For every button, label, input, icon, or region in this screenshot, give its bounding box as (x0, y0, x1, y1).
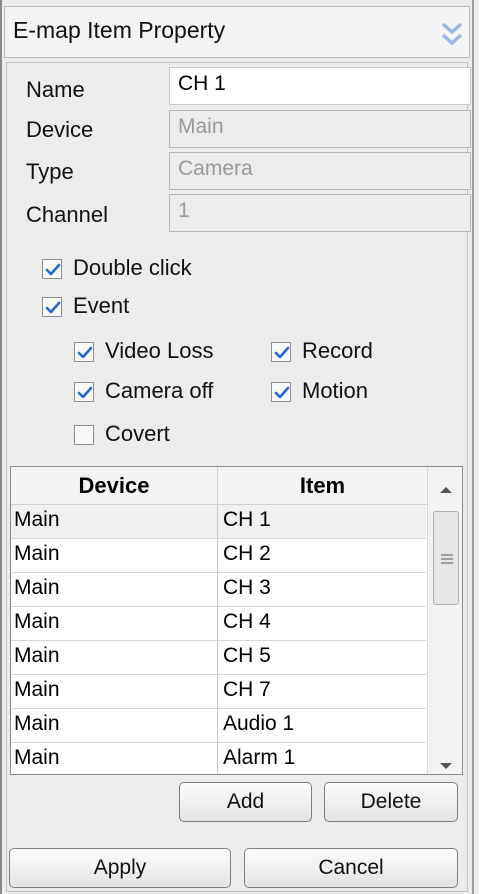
header-divider (217, 467, 218, 505)
table-row[interactable]: Main CH 7 (11, 675, 426, 709)
cell-item: CH 3 (223, 576, 271, 599)
video-loss-label: Video Loss (105, 338, 214, 363)
panel-border-left (0, 0, 2, 894)
device-label: Device (26, 117, 94, 142)
type-field: Camera (169, 152, 471, 190)
cell-device: Main (14, 610, 60, 633)
channel-field: 1 (169, 194, 471, 232)
column-header-item[interactable]: Item (218, 473, 427, 499)
event-checkbox[interactable] (42, 297, 62, 317)
scroll-grip-icon (441, 552, 453, 570)
cell-device: Main (14, 508, 60, 531)
motion-checkbox[interactable] (271, 382, 291, 402)
table-row[interactable]: Main CH 1 (11, 505, 426, 539)
cell-item: CH 4 (223, 610, 271, 633)
cell-item: CH 1 (223, 508, 271, 531)
cell-item: CH 5 (223, 644, 271, 667)
camera-off-label: Camera off (105, 378, 214, 403)
emap-item-property-panel: E-map Item Property Name CH 1 Device Mai… (0, 0, 479, 894)
arrow-down-icon[interactable] (440, 757, 452, 774)
check-icon (45, 263, 61, 276)
check-icon (274, 386, 290, 399)
add-button[interactable]: Add (179, 782, 312, 822)
check-icon (274, 346, 290, 359)
cell-item: Audio 1 (223, 712, 295, 735)
table-header: Device Item (11, 467, 462, 505)
double-click-label: Double click (73, 255, 192, 280)
cancel-button[interactable]: Cancel (244, 848, 458, 888)
cell-device: Main (14, 644, 60, 667)
table-row[interactable]: Main CH 4 (11, 607, 426, 641)
scrollbar-thumb[interactable] (433, 511, 459, 605)
double-chevron-down-icon[interactable] (441, 22, 463, 48)
table-scrollbar[interactable] (427, 467, 462, 774)
table-row[interactable]: Main CH 5 (11, 641, 426, 675)
name-label: Name (26, 77, 85, 102)
item-table: Device Item Main CH 1 Main CH 2 Main CH 3 Main… (10, 466, 463, 775)
event-label: Event (73, 293, 130, 318)
table-row[interactable]: Main Audio 1 (11, 709, 426, 743)
record-checkbox[interactable] (271, 342, 291, 362)
check-icon (77, 346, 93, 359)
cell-device: Main (14, 576, 60, 599)
cell-device: Main (14, 678, 60, 701)
arrow-up-icon[interactable] (440, 481, 452, 499)
table-row[interactable]: Main CH 2 (11, 539, 426, 573)
cell-device: Main (14, 712, 60, 735)
check-icon (77, 386, 93, 399)
panel-title: E-map Item Property (13, 17, 226, 43)
table-row[interactable]: Main CH 3 (11, 573, 426, 607)
name-field[interactable]: CH 1 (169, 67, 471, 105)
cell-item: CH 7 (223, 678, 271, 701)
column-header-device[interactable]: Device (11, 473, 217, 499)
cell-item: CH 2 (223, 542, 271, 565)
cell-device: Main (14, 746, 60, 769)
apply-button[interactable]: Apply (9, 848, 231, 888)
delete-button[interactable]: Delete (324, 782, 458, 822)
check-icon (45, 301, 61, 314)
panel-border-right (472, 0, 474, 894)
device-field: Main (169, 110, 471, 148)
table-row[interactable]: Main Alarm 1 (11, 743, 426, 774)
record-label: Record (302, 338, 373, 363)
type-label: Type (26, 159, 74, 184)
covert-checkbox[interactable] (74, 425, 94, 445)
double-click-checkbox[interactable] (42, 259, 62, 279)
cell-device: Main (14, 542, 60, 565)
video-loss-checkbox[interactable] (74, 342, 94, 362)
cell-item: Alarm 1 (223, 746, 296, 769)
camera-off-checkbox[interactable] (74, 382, 94, 402)
motion-label: Motion (302, 378, 369, 403)
channel-label: Channel (26, 202, 108, 227)
covert-label: Covert (105, 421, 170, 446)
panel-header: E-map Item Property (4, 6, 470, 58)
column-divider (217, 505, 218, 774)
